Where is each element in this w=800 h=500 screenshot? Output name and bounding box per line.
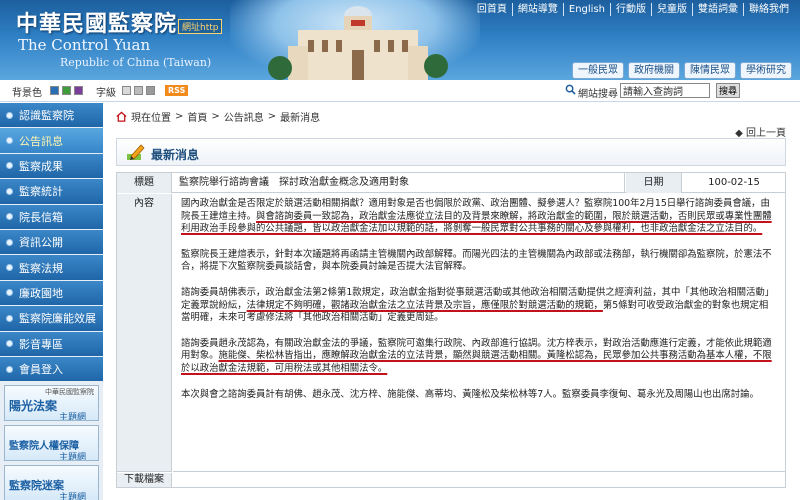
sidebar-item-statistics[interactable]: 監察統計 (0, 179, 103, 204)
sidebar-item-label: 監察成果 (19, 159, 63, 173)
bullet-icon (6, 213, 13, 221)
audience-links: 一般民眾 政府機關 陳情民眾 學術研究 (572, 62, 792, 79)
news-date: 100-02-15 (708, 177, 760, 188)
bullet-icon (6, 187, 13, 195)
top-link-glossary[interactable]: 雙語詞彙 (692, 3, 743, 16)
sidebar-item-announcements[interactable]: 公告訊息 (0, 128, 103, 153)
date-header-cell: 日期 (626, 173, 682, 193)
highlighted-text: 施能傑、柴松林皆指出，應瞭解政治獻金法的立法背景，顯然與競選活動相關。黃隆松認為… (181, 350, 772, 374)
sidebar-item-about[interactable]: 認識監察院 (0, 103, 103, 128)
sidebar-item-label: 院長信箱 (19, 210, 63, 224)
banner-cases[interactable]: 監察院迷案 主題網 (4, 465, 99, 500)
bullet-icon (6, 238, 13, 246)
banner-sunshine-act[interactable]: 中華民國監察院 陽光法案 主題網 (4, 385, 99, 422)
audience-government-button[interactable]: 政府機關 (628, 62, 680, 79)
bg-swatch-blue[interactable] (50, 86, 59, 95)
content-paragraph: 國內政治獻金是否限定於競選活動相關捐獻？適用對象是否也侷限於政黨、政治團體、擬參… (181, 198, 772, 235)
top-link-english[interactable]: English (562, 3, 610, 16)
bullet-icon (6, 111, 13, 119)
content-paragraph: 諮詢委員趙永茂認為，有關政治獻金法的爭議，監察院可邀集行政院、內政部進行協調。沈… (181, 337, 772, 374)
sidebar-item-label: 廉政園地 (19, 286, 63, 300)
sidebar-item-label: 認識監察院 (19, 109, 74, 123)
back-link[interactable]: ◆ 回上一頁 (735, 124, 786, 139)
highlighted-text: 法律規定不夠明確，觀諸政治獻金法之立法背景及宗旨，應僅限於對競選活動的規範， (246, 299, 603, 311)
news-title: 監察院舉行諮詢會議 探討政治獻金概念及適用對象 (173, 173, 625, 193)
news-content: 國內政治獻金是否限定於競選活動相關捐獻？適用對象是否也侷限於政黨、政治團體、擬參… (173, 194, 785, 472)
content-paragraph: 本次與會之諮詢委員計有胡佛、趙永茂、沈方梓、施能傑、高蒂均、黃隆松及柴松林等7人… (181, 388, 759, 400)
top-link-mobile[interactable]: 行動版 (610, 3, 651, 16)
sidebar-item-login[interactable]: 會員登入 (0, 356, 103, 382)
top-link-contact[interactable]: 聯絡我們 (743, 3, 794, 16)
news-detail-table: 標題 監察院舉行諮詢會議 探討政治獻金概念及適用對象 日期 100-02-15 … (116, 172, 786, 488)
sidebar-item-president-mailbox[interactable]: 院長信箱 (0, 204, 103, 229)
highlighted-text: 與會諮詢委員一致認為，政治獻金法應從立法目的及背景來瞭解，將政治獻金的範圍，限於… (181, 210, 772, 235)
top-link-kids[interactable]: 兒童版 (651, 3, 692, 16)
content-paragraph: 監察院長王建煊表示，針對本次議題將再函請主管機關內政部解釋。而陽光四法的主管機關… (181, 248, 772, 273)
pencil-icon (127, 144, 145, 160)
sidebar-item-label: 公告訊息 (19, 134, 63, 148)
search-icon (565, 84, 576, 95)
breadcrumb-announcements[interactable]: 公告訊息 (224, 109, 264, 124)
content-paragraph: 諮詢委員胡佛表示，政治獻金法第2條第1款規定，政治獻金指對從事競選活動或其他政治… (181, 286, 775, 324)
bullet-icon (6, 365, 13, 373)
banner-human-rights[interactable]: 監察院人權保障 主題網 (4, 425, 99, 462)
bullet-icon (6, 314, 13, 322)
font-size-medium[interactable] (134, 86, 143, 95)
font-size-small[interactable] (122, 86, 131, 95)
site-subtitle-en: Republic of China (Taiwan) (60, 56, 212, 69)
title-header-cell: 標題 (117, 173, 172, 193)
sidebar-item-label: 監察統計 (19, 185, 63, 199)
audience-public-button[interactable]: 一般民眾 (572, 62, 624, 79)
content-header-cell: 內容 (117, 194, 172, 472)
top-link-sitemap[interactable]: 網站導覽 (511, 3, 563, 16)
font-size-label: 字級 (96, 88, 116, 99)
rss-icon[interactable]: RSS (165, 85, 189, 96)
audience-petition-button[interactable]: 陳情民眾 (684, 62, 736, 79)
bullet-icon (6, 162, 13, 170)
breadcrumb-current: 最新消息 (280, 113, 321, 124)
search-label: 網站搜尋 (578, 89, 618, 100)
sidebar-nav: 認識監察院 公告訊息 監察成果 監察統計 院長信箱 資訊公開 監察法規 廉政園地… (0, 103, 103, 500)
sidebar-item-regulations[interactable]: 監察法規 (0, 255, 103, 280)
section-title: 最新消息 (151, 148, 200, 162)
sidebar-item-label: 會員登入 (19, 363, 63, 377)
site-header: 中華民國監察院 網址http The Control Yuan Republic… (0, 0, 800, 80)
site-logo-title[interactable]: 中華民國監察院 (16, 6, 177, 38)
sidebar-item-media[interactable]: 影音專區 (0, 331, 103, 356)
audience-academic-button[interactable]: 學術研究 (740, 62, 792, 79)
sidebar-item-label: 資訊公開 (19, 236, 63, 250)
bullet-icon (6, 264, 13, 272)
breadcrumb-home[interactable]: 首頁 (187, 109, 207, 124)
section-header: 最新消息 (116, 138, 786, 166)
home-icon (116, 111, 127, 122)
sidebar-item-label: 監察院廉能效展 (19, 312, 96, 326)
search-button[interactable]: 搜尋 (716, 83, 740, 98)
sidebar-item-results[interactable]: 監察成果 (0, 153, 103, 179)
top-nav-links: 回首頁 網站導覽 English 行動版 兒童版 雙語詞彙 聯絡我們 (472, 3, 794, 16)
bg-color-label: 背景色 (12, 88, 42, 99)
sidebar-item-label: 影音專區 (19, 337, 63, 351)
bullet-icon (6, 137, 13, 145)
sidebar-item-performance[interactable]: 監察院廉能效展 (0, 306, 103, 331)
site-title-en: The Control Yuan (18, 36, 151, 54)
bullet-icon (6, 340, 13, 348)
utility-toolbar: 背景色 字級 RSS 網站搜尋 搜尋 (0, 80, 800, 102)
breadcrumb: 現在位置 > 首頁 > 公告訊息 > 最新消息 (116, 109, 320, 124)
search-input[interactable] (620, 83, 710, 98)
font-size-large[interactable] (146, 86, 155, 95)
bullet-icon (6, 289, 13, 297)
sidebar-item-integrity[interactable]: 廉政園地 (0, 280, 103, 306)
sidebar-item-disclosure[interactable]: 資訊公開 (0, 229, 103, 255)
building-illustration (268, 6, 448, 80)
top-link-home[interactable]: 回首頁 (472, 3, 512, 16)
sidebar-item-label: 監察法規 (19, 261, 63, 275)
site-url-badge: 網址http (178, 19, 223, 34)
bg-swatch-purple[interactable] (74, 86, 83, 95)
bg-swatch-green[interactable] (62, 86, 71, 95)
download-header-cell: 下載檔案 (117, 473, 172, 487)
breadcrumb-prefix: 現在位置 (131, 113, 171, 124)
